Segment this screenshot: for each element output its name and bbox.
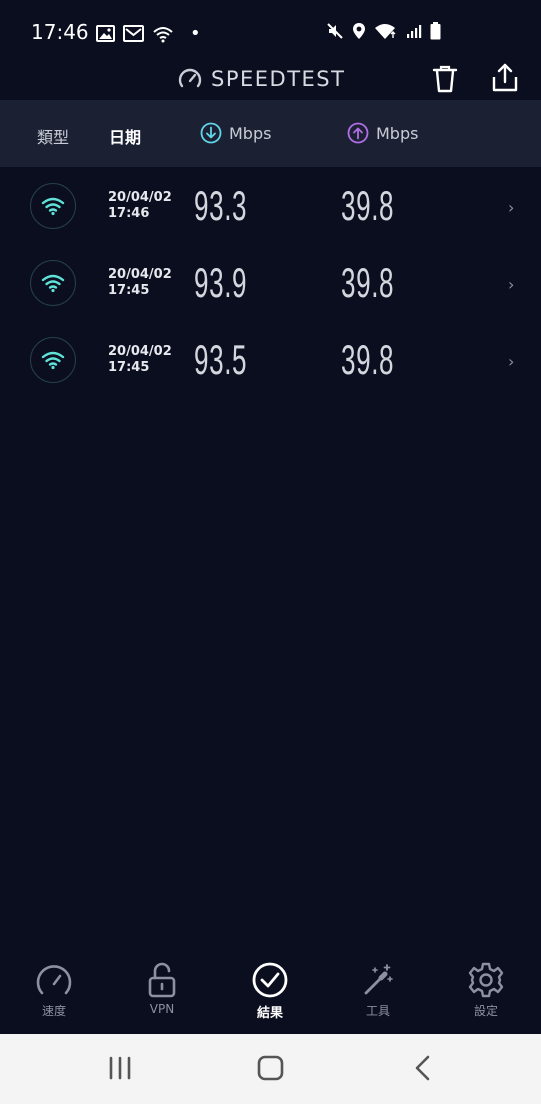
- header-date[interactable]: 日期: [109, 124, 141, 148]
- nav-vpn[interactable]: VPN: [127, 962, 197, 1016]
- nav-settings[interactable]: 設定: [451, 962, 521, 1019]
- result-date: 20/04/02: [108, 267, 172, 282]
- header-upload[interactable]: Mbps: [347, 122, 418, 144]
- result-row[interactable]: 20/04/02 17:45 93.5 39.8 ›: [0, 322, 541, 399]
- result-date: 20/04/02: [108, 190, 172, 205]
- wifi-icon: [374, 22, 398, 40]
- mute-icon: [326, 22, 344, 40]
- upload-unit: Mbps: [376, 123, 419, 143]
- result-row[interactable]: 20/04/02 17:46 93.3 39.8 ›: [0, 168, 541, 245]
- status-dot: •: [190, 23, 201, 44]
- result-datetime: 20/04/02 17:45: [108, 267, 172, 299]
- check-circle-icon: [251, 962, 289, 998]
- nav-label: 速度: [41, 1004, 66, 1018]
- result-datetime: 20/04/02 17:45: [108, 344, 172, 376]
- nav-label: VPN: [149, 1002, 175, 1016]
- upload-arrow-icon: [347, 122, 369, 144]
- speedometer-icon: [35, 962, 73, 998]
- result-row[interactable]: 20/04/02 17:45 93.9 39.8 ›: [0, 245, 541, 322]
- nav-label: 結果: [256, 1006, 283, 1021]
- result-upload: 39.8: [341, 259, 395, 306]
- signal-icon: [406, 23, 422, 39]
- bottom-nav: 速度 VPN 結果 工具 設定: [0, 954, 541, 1034]
- gear-icon: [467, 962, 505, 998]
- result-download: 93.9: [194, 259, 248, 306]
- magic-wand-icon: [361, 962, 395, 998]
- status-left-icons: •: [96, 23, 201, 44]
- lock-icon: [147, 962, 177, 998]
- nav-results[interactable]: 結果: [235, 962, 305, 1021]
- nav-label: 工具: [365, 1004, 390, 1018]
- wifi-call-icon: [152, 25, 174, 43]
- home-button[interactable]: [256, 1054, 286, 1082]
- result-time: 17:45: [108, 283, 150, 298]
- share-icon: [489, 62, 521, 94]
- header-download[interactable]: Mbps: [200, 122, 271, 144]
- image-icon: [96, 25, 115, 42]
- result-datetime: 20/04/02 17:46: [108, 190, 172, 222]
- back-button[interactable]: [410, 1054, 436, 1082]
- wifi-connection-icon: [30, 183, 76, 229]
- recent-apps-button[interactable]: [107, 1054, 133, 1082]
- nav-tools[interactable]: 工具: [343, 962, 413, 1019]
- result-download: 93.3: [194, 182, 248, 229]
- battery-icon: [430, 22, 441, 40]
- chevron-right-icon: ›: [508, 198, 515, 217]
- result-time: 17:45: [108, 360, 150, 375]
- download-unit: Mbps: [229, 123, 272, 143]
- wifi-connection-icon: [30, 337, 76, 383]
- app-title: SPEEDTEST: [211, 67, 346, 91]
- result-upload: 39.8: [341, 182, 395, 229]
- chevron-right-icon: ›: [508, 275, 515, 294]
- home-icon: [256, 1054, 286, 1082]
- location-icon: [352, 22, 366, 40]
- status-bar: 17:46 •: [0, 0, 541, 64]
- header-type[interactable]: 類型: [37, 124, 69, 148]
- status-time: 17:46: [31, 20, 89, 44]
- speedtest-logo: SPEEDTEST: [177, 66, 345, 92]
- chevron-right-icon: ›: [508, 352, 515, 371]
- download-arrow-icon: [200, 122, 222, 144]
- result-date: 20/04/02: [108, 344, 172, 359]
- results-header: 類型 日期 Mbps Mbps: [0, 100, 541, 167]
- back-icon: [410, 1054, 436, 1082]
- app-bar: SPEEDTEST: [0, 56, 541, 100]
- nav-label: 設定: [473, 1004, 498, 1018]
- result-download: 93.5: [194, 336, 248, 383]
- recent-apps-icon: [107, 1054, 133, 1082]
- result-time: 17:46: [108, 206, 150, 221]
- speedometer-icon: [177, 66, 203, 92]
- nav-speed[interactable]: 速度: [19, 962, 89, 1019]
- mail-icon: [123, 25, 144, 42]
- trash-icon: [430, 64, 460, 94]
- status-right-icons: [326, 22, 441, 40]
- share-button[interactable]: [489, 62, 521, 94]
- wifi-connection-icon: [30, 260, 76, 306]
- system-nav-bar: [0, 1034, 541, 1104]
- result-upload: 39.8: [341, 336, 395, 383]
- delete-results-button[interactable]: [430, 64, 460, 94]
